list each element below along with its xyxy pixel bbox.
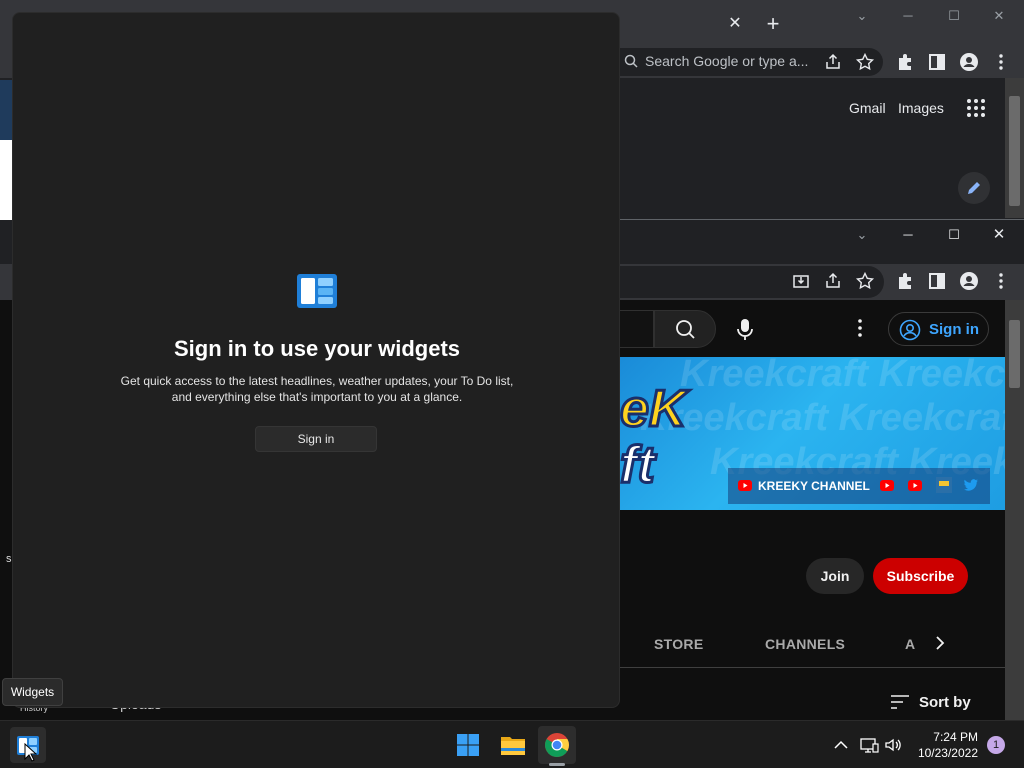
new-tab-icon[interactable]: + — [762, 13, 784, 35]
share-icon[interactable] — [823, 52, 843, 72]
background-window-edge — [0, 80, 12, 140]
maximize-icon[interactable]: ☐ — [943, 224, 965, 246]
scrollbar-thumb[interactable] — [1009, 96, 1020, 206]
tab-channels[interactable]: CHANNELS — [765, 636, 845, 652]
widgets-panel: Sign in to use your widgets Get quick ac… — [12, 12, 620, 708]
sign-in-label: Sign in — [929, 321, 979, 338]
file-explorer-button[interactable] — [494, 726, 532, 764]
extensions-icon[interactable] — [895, 52, 915, 72]
youtube-search-button[interactable] — [654, 310, 716, 348]
menu-dots-icon[interactable] — [991, 52, 1011, 72]
background-text: s — [6, 553, 12, 565]
profile-icon[interactable] — [959, 271, 979, 291]
background-window-edge — [0, 140, 12, 220]
banner-logo: ft — [620, 435, 656, 496]
widgets-tooltip: Widgets — [2, 678, 63, 706]
tab-search-icon[interactable]: ⌄ — [851, 224, 873, 246]
search-icon — [624, 54, 638, 68]
system-clock[interactable]: 7:24 PM 10/23/2022 — [914, 729, 978, 761]
scrollbar[interactable] — [1005, 78, 1024, 218]
tab-close-icon[interactable]: ✕ — [726, 15, 744, 33]
omnibox[interactable]: Search Google or type a... — [618, 48, 883, 76]
notification-badge[interactable]: 1 — [987, 736, 1005, 754]
chevron-right-icon[interactable] — [930, 633, 950, 653]
youtube-logo-icon — [738, 480, 752, 491]
account-circle-icon — [899, 319, 921, 341]
join-button[interactable]: Join — [806, 558, 864, 594]
taskbar: 7:24 PM 10/23/2022 1 — [0, 720, 1024, 768]
omnibox[interactable] — [618, 266, 884, 298]
menu-dots-icon[interactable] — [991, 271, 1011, 291]
bookmark-star-icon[interactable] — [855, 271, 875, 291]
settings-dots-icon[interactable] — [848, 316, 872, 340]
start-icon — [457, 734, 479, 756]
banner-channel-name: KREEKY CHANNEL — [758, 479, 870, 493]
banner-watermark: Kreekcraft Kreekcraft — [640, 397, 1006, 439]
volume-icon[interactable] — [883, 735, 903, 755]
active-app-indicator — [549, 763, 565, 766]
chevron-up-icon[interactable] — [831, 735, 851, 755]
images-link[interactable]: Images — [898, 100, 944, 116]
widgets-logo-icon — [297, 274, 337, 308]
twitter-icon[interactable] — [964, 479, 978, 491]
youtube-search-input[interactable] — [618, 310, 654, 348]
minimize-icon[interactable]: ─ — [897, 224, 919, 246]
share-icon[interactable] — [823, 271, 843, 291]
file-explorer-icon — [501, 737, 525, 755]
search-icon — [676, 320, 695, 339]
chrome-icon — [545, 733, 569, 757]
side-panel-icon[interactable] — [927, 52, 947, 72]
chrome-taskbar-button[interactable] — [538, 726, 576, 764]
sort-by-label: Sort by — [919, 694, 971, 711]
gmail-link[interactable]: Gmail — [849, 100, 886, 116]
minimize-icon[interactable]: ─ — [897, 5, 919, 27]
widgets-title: Sign in to use your widgets — [173, 336, 461, 361]
pencil-icon — [968, 182, 980, 194]
roblox-icon[interactable] — [936, 477, 952, 493]
bookmark-star-icon[interactable] — [855, 52, 875, 72]
widgets-description: Get quick access to the latest headlines… — [120, 374, 514, 404]
microphone-icon[interactable] — [728, 312, 762, 346]
channel-banner: Kreekcraft Kreekcraft Kreekcraft Kreekcr… — [620, 357, 1006, 510]
tab-search-icon[interactable]: ⌄ — [851, 5, 873, 27]
clock-time: 7:24 PM — [933, 730, 978, 744]
install-app-icon[interactable] — [791, 271, 811, 291]
scrollbar-thumb[interactable] — [1009, 320, 1020, 388]
youtube-logo-icon[interactable] — [908, 480, 922, 491]
banner-channel-bar: KREEKY CHANNEL — [728, 468, 990, 504]
banner-logo: eK — [620, 379, 688, 440]
customize-button[interactable] — [958, 172, 990, 204]
close-window-icon[interactable]: ✕ — [988, 5, 1010, 27]
tabs-divider — [620, 667, 1006, 668]
extensions-icon[interactable] — [895, 271, 915, 291]
network-icon[interactable] — [859, 735, 879, 755]
banner-watermark: Kreekcraft Kreekcraft — [680, 357, 1006, 395]
maximize-icon[interactable]: ☐ — [943, 5, 965, 27]
widgets-sign-in-button[interactable]: Sign in — [255, 426, 377, 452]
youtube-logo-icon[interactable] — [880, 480, 894, 491]
sort-icon — [891, 695, 909, 709]
clock-date: 10/23/2022 — [917, 746, 978, 760]
tab-store[interactable]: STORE — [654, 636, 703, 652]
subscribe-button[interactable]: Subscribe — [873, 558, 968, 594]
mouse-cursor-icon — [24, 743, 38, 762]
omnibox-placeholder: Search Google or type a... — [645, 53, 809, 69]
scrollbar[interactable] — [1005, 300, 1024, 720]
youtube-sign-in-button[interactable]: Sign in — [888, 312, 989, 346]
google-apps-icon[interactable] — [966, 98, 986, 118]
close-window-icon[interactable]: ✕ — [988, 224, 1010, 246]
side-panel-icon[interactable] — [927, 271, 947, 291]
start-button[interactable] — [449, 726, 487, 764]
profile-icon[interactable] — [959, 52, 979, 72]
tab-about[interactable]: A — [905, 636, 915, 652]
